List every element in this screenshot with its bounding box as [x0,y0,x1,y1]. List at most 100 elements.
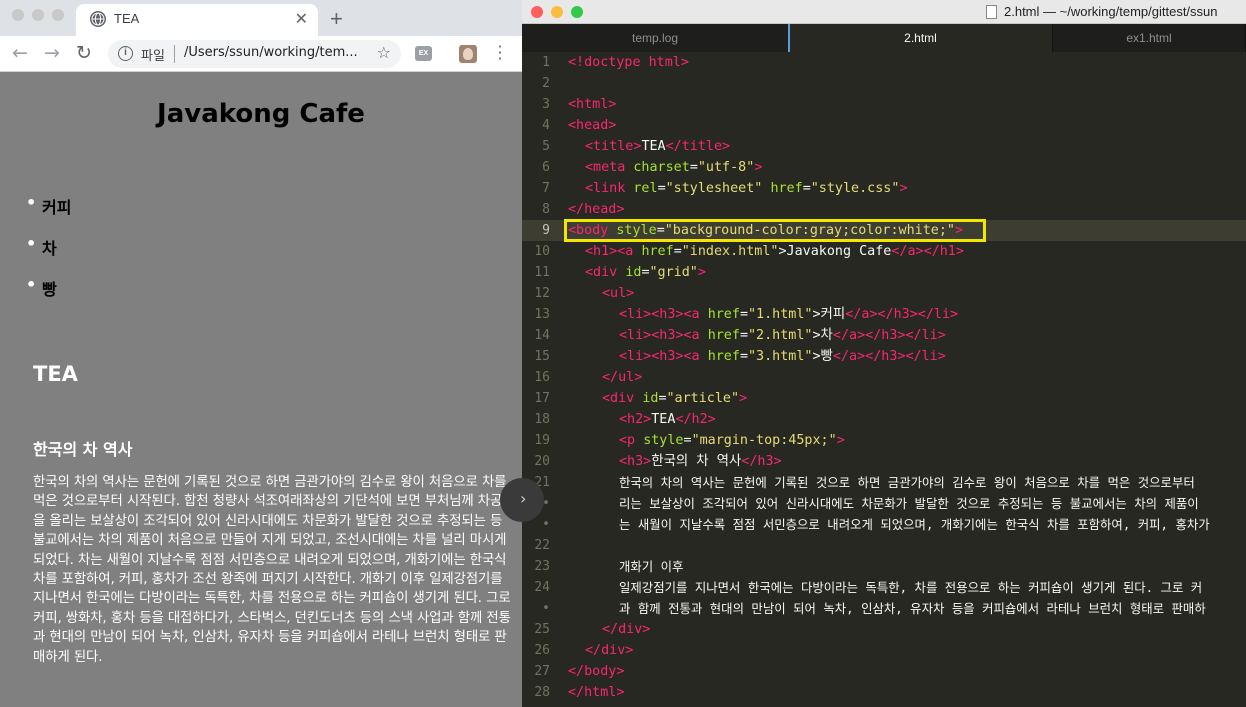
code-line-4[interactable]: <head> [568,115,616,136]
code-line-18[interactable]: <h2>TEA</h2> [619,409,716,430]
address-url[interactable]: /Users/ssun/working/tem... [184,45,364,60]
extension-icon[interactable]: EX [415,46,432,61]
active-tab-marker [788,24,790,52]
code-editor-window: 2.html — ~/working/temp/gittest/ssun tem… [522,0,1246,707]
annotation-highlight-box [564,219,986,242]
code-line-15[interactable]: <li><h3><a href="3.html">빵</a></h3></li> [619,346,946,367]
line-number: 14 [534,328,550,343]
line-number: 2 [542,76,550,91]
zoom-window-icon[interactable] [52,9,64,21]
line-number: 20 [534,454,550,469]
info-icon[interactable]: i [118,46,133,61]
document-icon [986,5,997,19]
line-number: 13 [534,307,550,322]
line-number: 22 [534,538,550,553]
tab-ex1-html[interactable]: ex1.html [1053,24,1246,52]
collapse-handle[interactable]: › [500,478,544,522]
bookmark-star-icon[interactable]: ☆ [377,43,391,62]
code-line-13[interactable]: <li><h3><a href="1.html">커피</a></h3></li… [619,304,958,325]
code-line-8[interactable]: </head> [568,199,624,220]
minimize-window-icon[interactable] [551,6,563,18]
close-window-icon[interactable] [12,9,24,21]
line-number: 15 [534,349,550,364]
zoom-window-icon[interactable] [571,6,583,18]
article-subheading: 한국의 차 역사 [33,440,133,459]
code-line-10[interactable]: <h1><a href="index.html">Javakong Cafe</… [585,241,964,262]
line-number: 19 [534,433,550,448]
code-line-21b[interactable]: 리는 보살상이 조각되어 있어 신라시대에도 차문화가 발달한 것으로 추정되는… [619,493,1199,514]
menu-item-tea[interactable]: 차 [26,234,71,276]
line-number: 17 [534,391,550,406]
tab-temp-log[interactable]: temp.log [522,24,789,52]
code-line-11[interactable]: <div id="grid"> [585,262,706,283]
line-number: 27 [534,664,550,679]
article-heading: TEA [33,362,78,386]
back-arrow-icon[interactable]: ← [12,42,28,64]
forward-arrow-icon[interactable]: → [44,42,60,64]
line-number: 16 [534,370,550,385]
address-scheme: 파일 [141,49,165,64]
tab-2-html[interactable]: 2.html [789,24,1053,52]
code-line-14[interactable]: <li><h3><a href="2.html">차</a></h3></li> [619,325,946,346]
code-line-21a[interactable]: 한국의 차의 역사는 문헌에 기록된 것으로 하면 금관가야의 김수로 왕이 처… [619,472,1195,493]
line-number: 5 [542,139,550,154]
line-number: 11 [534,265,550,280]
line-number: 12 [534,286,550,301]
code-line-19[interactable]: <p style="margin-top:45px;"> [619,430,845,451]
more-menu-icon[interactable]: · · · [497,39,503,67]
code-line-27[interactable]: </body> [568,661,624,682]
browser-window: TEA ✕ + ← → ↻ i 파일 /Users/ssun/working/t… [0,0,522,707]
code-line-7[interactable]: <link rel="stylesheet" href="style.css"> [585,178,908,199]
profile-avatar[interactable] [459,45,477,63]
line-number: 26 [534,643,550,658]
address-bar[interactable]: i 파일 /Users/ssun/working/tem... ☆ [108,40,401,68]
article-paragraph: 한국의 차의 역사는 문헌에 기록된 것으로 하면 금관가야의 김수로 왕이 처… [33,475,515,665]
code-line-21c[interactable]: 는 새월이 지날수록 점점 서민층으로 내려오게 되었으며, 개화기에는 한국식… [619,514,1210,535]
code-line-26[interactable]: </div> [585,640,633,661]
minimize-window-icon[interactable] [32,9,44,21]
code-area[interactable]: <!doctype html> <html> <head> <title>TEA… [568,52,1246,707]
address-separator [174,45,175,63]
code-line-23[interactable]: 개화기 이후 [619,556,683,577]
code-line-1[interactable]: <!doctype html> [568,52,689,73]
menu-list: 커피 차 빵 [26,193,71,317]
new-tab-button[interactable]: + [330,6,343,32]
code-line-28[interactable]: </html> [568,682,624,703]
code-line-24b[interactable]: 과 함께 전통과 현대의 만남이 되어 녹차, 인삼차, 유자차 등을 커피숍에… [619,598,1206,619]
line-number: 18 [534,412,550,427]
code-line-3[interactable]: <html> [568,94,616,115]
line-number: 9 [542,223,550,238]
editor-window-title: 2.html — ~/working/temp/gittest/ssun [1004,4,1218,19]
close-tab-icon[interactable]: ✕ [295,9,308,28]
code-line-20[interactable]: <h3>한국의 차 역사</h3> [619,451,782,472]
editor-tab-bar: temp.log 2.html ex1.html [522,24,1246,52]
browser-toolbar: ← → ↻ i 파일 /Users/ssun/working/tem... ☆ … [0,36,522,72]
reload-icon[interactable]: ↻ [76,42,92,64]
code-line-24a[interactable]: 일제강점기를 지나면서 한국에는 다방이라는 독특한, 차를 전용으로 하는 커… [619,577,1202,598]
code-line-12[interactable]: <ul> [602,283,634,304]
code-line-17[interactable]: <div id="article"> [602,388,747,409]
line-number: 7 [542,181,550,196]
line-number: 3 [542,97,550,112]
line-number-gutter: 1 2 3 4 5 6 7 8 9 10 11 12 13 14 15 16 17 18 19 20 21 • • 22 23 2… [522,52,558,707]
line-number: 25 [534,622,550,637]
line-number: 23 [534,559,550,574]
code-line-16[interactable]: </ul> [602,367,642,388]
browser-tab[interactable]: TEA ✕ [76,4,318,36]
line-number: 8 [542,202,550,217]
menu-item-bread[interactable]: 빵 [26,275,71,317]
line-number: 4 [542,118,550,133]
globe-icon [90,11,106,27]
line-number: 28 [534,685,550,700]
line-number: 1 [542,55,550,70]
menu-item-coffee[interactable]: 커피 [26,193,71,235]
line-number: 10 [534,244,550,259]
close-window-icon[interactable] [531,6,543,18]
browser-tab-title: TEA [114,11,140,26]
code-line-5[interactable]: <title>TEA</title> [585,136,730,157]
code-line-6[interactable]: <meta charset="utf-8"> [585,157,762,178]
browser-tab-strip: TEA ✕ + [0,0,522,36]
page-title-link[interactable]: Javakong Cafe [0,99,522,129]
code-line-25[interactable]: </div> [602,619,650,640]
line-number: 6 [542,160,550,175]
